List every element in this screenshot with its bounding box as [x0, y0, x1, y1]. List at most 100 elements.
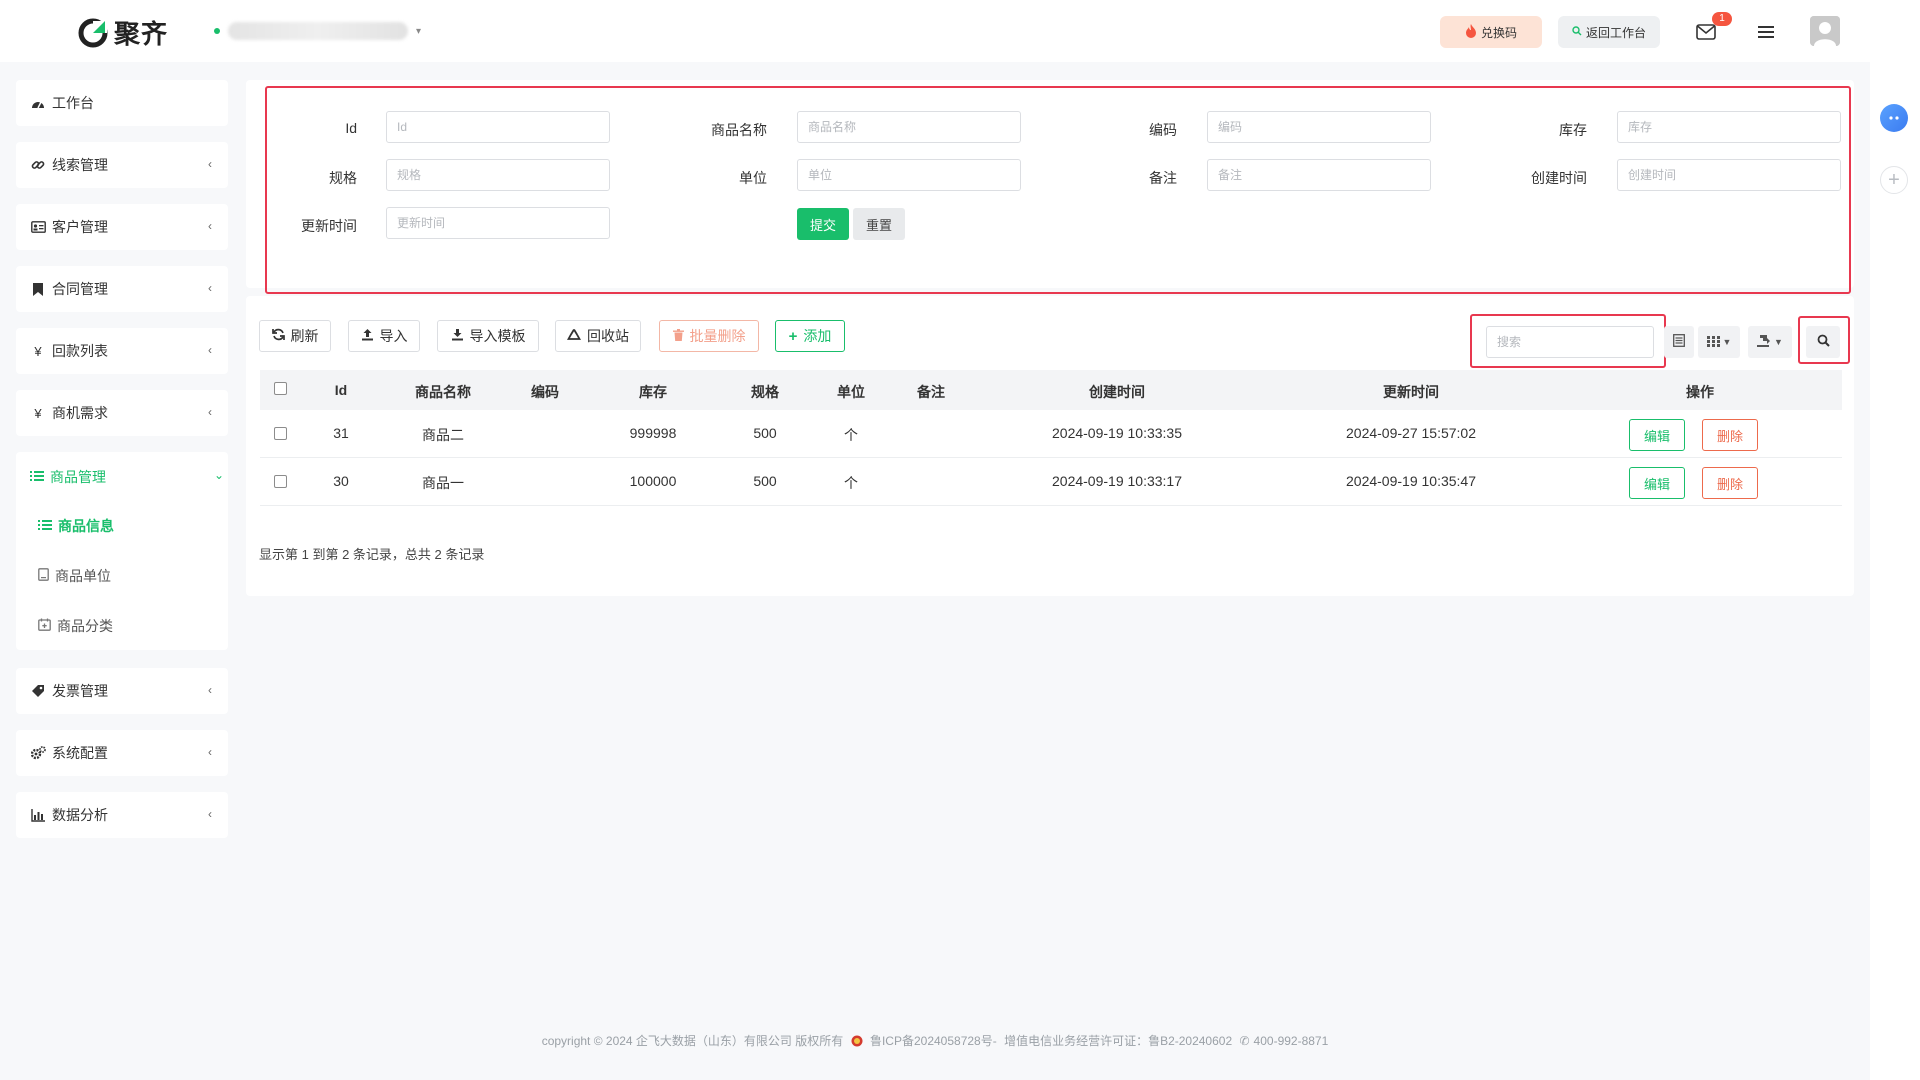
back-to-workbench-button[interactable]: 返回工作台 — [1558, 16, 1660, 48]
column-header-id: Id — [334, 382, 348, 398]
chevron-left-icon: ‹ — [208, 745, 212, 759]
sidebar-subitem-product-unit[interactable]: 商品单位 — [38, 566, 111, 586]
footer: copyright © 2024 企飞大数据（山东）有限公司 版权所有 鲁ICP… — [0, 1032, 1870, 1049]
sidebar-item-label: 回款列表 — [52, 343, 108, 359]
recycle-bin-button[interactable]: 回收站 — [555, 320, 641, 352]
calendar-icon — [38, 618, 51, 634]
refresh-label: 刷新 — [290, 328, 319, 344]
edit-button[interactable]: 编辑 — [1629, 467, 1685, 499]
chevron-left-icon: ‹ — [208, 157, 212, 171]
filter-label-id: Id — [345, 120, 357, 136]
cell-created: 2024-09-19 10:33:35 — [1052, 425, 1182, 441]
filter-input-name[interactable] — [797, 111, 1021, 143]
row-checkbox[interactable] — [274, 475, 287, 488]
sidebar-item-label: 系统配置 — [52, 745, 108, 761]
column-header-remark: 备注 — [917, 384, 945, 400]
chat-assistant-icon[interactable] — [1880, 104, 1908, 132]
filter-input-code[interactable] — [1207, 111, 1431, 143]
filter-input-updated[interactable] — [386, 207, 610, 239]
import-button[interactable]: 导入 — [348, 320, 420, 352]
cell-updated: 2024-09-27 15:57:02 — [1346, 425, 1476, 441]
sidebar-item-products[interactable]: 商品管理 ⌄ — [30, 467, 224, 487]
submit-button[interactable]: 提交 — [797, 208, 849, 240]
edit-button[interactable]: 编辑 — [1629, 419, 1685, 451]
filter-input-spec[interactable] — [386, 159, 610, 191]
filter-label-stock: 库存 — [1559, 122, 1587, 138]
delete-button[interactable]: 删除 — [1702, 467, 1758, 499]
cell-id: 31 — [333, 425, 349, 441]
police-badge-icon — [851, 1034, 866, 1048]
delete-button[interactable]: 删除 — [1702, 419, 1758, 451]
sidebar-subitem-label: 商品信息 — [58, 518, 114, 534]
filter-input-stock[interactable] — [1617, 111, 1841, 143]
recycle-icon — [566, 328, 582, 345]
add-app-icon[interactable]: + — [1880, 166, 1908, 194]
cell-updated: 2024-09-19 10:35:47 — [1346, 473, 1476, 489]
filter-input-created[interactable] — [1617, 159, 1841, 191]
add-button[interactable]: + 添加 — [775, 320, 845, 352]
online-status-dot — [214, 28, 220, 34]
bookmark-icon — [30, 281, 46, 297]
sidebar-item-analytics[interactable]: 数据分析 ‹ — [16, 792, 228, 838]
fire-icon — [1465, 23, 1477, 41]
refresh-icon — [271, 328, 285, 344]
sidebar-item-leads[interactable]: 线索管理 ‹ — [16, 142, 228, 188]
menu-icon[interactable] — [1752, 18, 1780, 46]
search-button[interactable] — [1806, 326, 1840, 358]
table-header: Id 商品名称 编码 库存 规格 单位 备注 创建时间 更新时间 操作 — [260, 370, 1842, 410]
sidebar-item-payments[interactable]: ¥ 回款列表 ‹ — [16, 328, 228, 374]
bar-chart-icon — [30, 807, 46, 823]
import-template-label: 导入模板 — [469, 328, 526, 344]
app-logo[interactable]: 聚齐 — [78, 14, 168, 51]
filter-input-id[interactable] — [386, 111, 610, 143]
exchange-code-button[interactable]: 兑换码 — [1440, 16, 1542, 48]
toggle-view-button[interactable] — [1664, 326, 1694, 358]
filter-input-unit[interactable] — [797, 159, 1021, 191]
cell-unit: 个 — [844, 427, 858, 443]
cell-unit: 个 — [844, 475, 858, 491]
sidebar-item-system-config[interactable]: 系统配置 ‹ — [16, 730, 228, 776]
cell-stock: 999998 — [629, 425, 677, 441]
sidebar-subitem-product-category[interactable]: 商品分类 — [38, 616, 113, 636]
filter-label-remark: 备注 — [1149, 170, 1177, 186]
sidebar-item-invoices[interactable]: 发票管理 ‹ — [16, 668, 228, 714]
sidebar-subitem-product-info[interactable]: 商品信息 — [38, 516, 114, 536]
phone-icon: ✆ — [1239, 1034, 1250, 1048]
logo-mark-icon — [78, 18, 108, 48]
caret-down-icon: ▼ — [1774, 337, 1783, 347]
sidebar-item-label: 数据分析 — [52, 807, 108, 823]
sidebar-item-customers[interactable]: 客户管理 ‹ — [16, 204, 228, 250]
table-row: 31 商品二 999998 500 个 2024-09-19 10:33:35 … — [260, 410, 1842, 458]
table-view-icon — [1673, 334, 1685, 350]
chevron-left-icon: ‹ — [208, 683, 212, 697]
batch-delete-button[interactable]: 批量删除 — [659, 320, 759, 352]
filter-input-remark[interactable] — [1207, 159, 1431, 191]
reset-button[interactable]: 重置 — [853, 208, 905, 240]
add-label: 添加 — [803, 328, 832, 344]
sidebar-item-label: 合同管理 — [52, 281, 108, 297]
exchange-code-label: 兑换码 — [1480, 25, 1517, 40]
user-avatar[interactable] — [1810, 16, 1840, 46]
right-rail — [1870, 62, 1920, 1080]
sidebar-item-contracts[interactable]: 合同管理 ‹ — [16, 266, 228, 312]
sidebar-subitem-label: 商品分类 — [57, 618, 113, 634]
sidebar-item-label: 发票管理 — [52, 683, 108, 699]
export-dropdown-button[interactable]: ▼ — [1748, 326, 1792, 358]
select-all-checkbox[interactable] — [274, 382, 287, 395]
sidebar-item-workbench[interactable]: 工作台 — [16, 80, 228, 126]
filter-label-name: 商品名称 — [711, 122, 767, 138]
search-input[interactable] — [1486, 326, 1654, 358]
columns-dropdown-button[interactable]: ▼ — [1698, 326, 1740, 358]
refresh-button[interactable]: 刷新 — [259, 320, 331, 352]
row-checkbox[interactable] — [274, 427, 287, 440]
tag-icon — [30, 683, 46, 699]
footer-icp-link[interactable]: 鲁ICP备2024058728号- — [870, 1034, 997, 1048]
sidebar-item-opportunities[interactable]: ¥ 商机需求 ‹ — [16, 390, 228, 436]
cell-stock: 100000 — [629, 473, 677, 489]
chevron-down-icon: ⌄ — [214, 468, 225, 482]
list-icon — [30, 469, 44, 485]
import-label: 导入 — [379, 328, 408, 344]
org-switcher[interactable]: ▾ — [214, 22, 421, 40]
import-template-button[interactable]: 导入模板 — [437, 320, 539, 352]
chevron-left-icon: ‹ — [208, 807, 212, 821]
